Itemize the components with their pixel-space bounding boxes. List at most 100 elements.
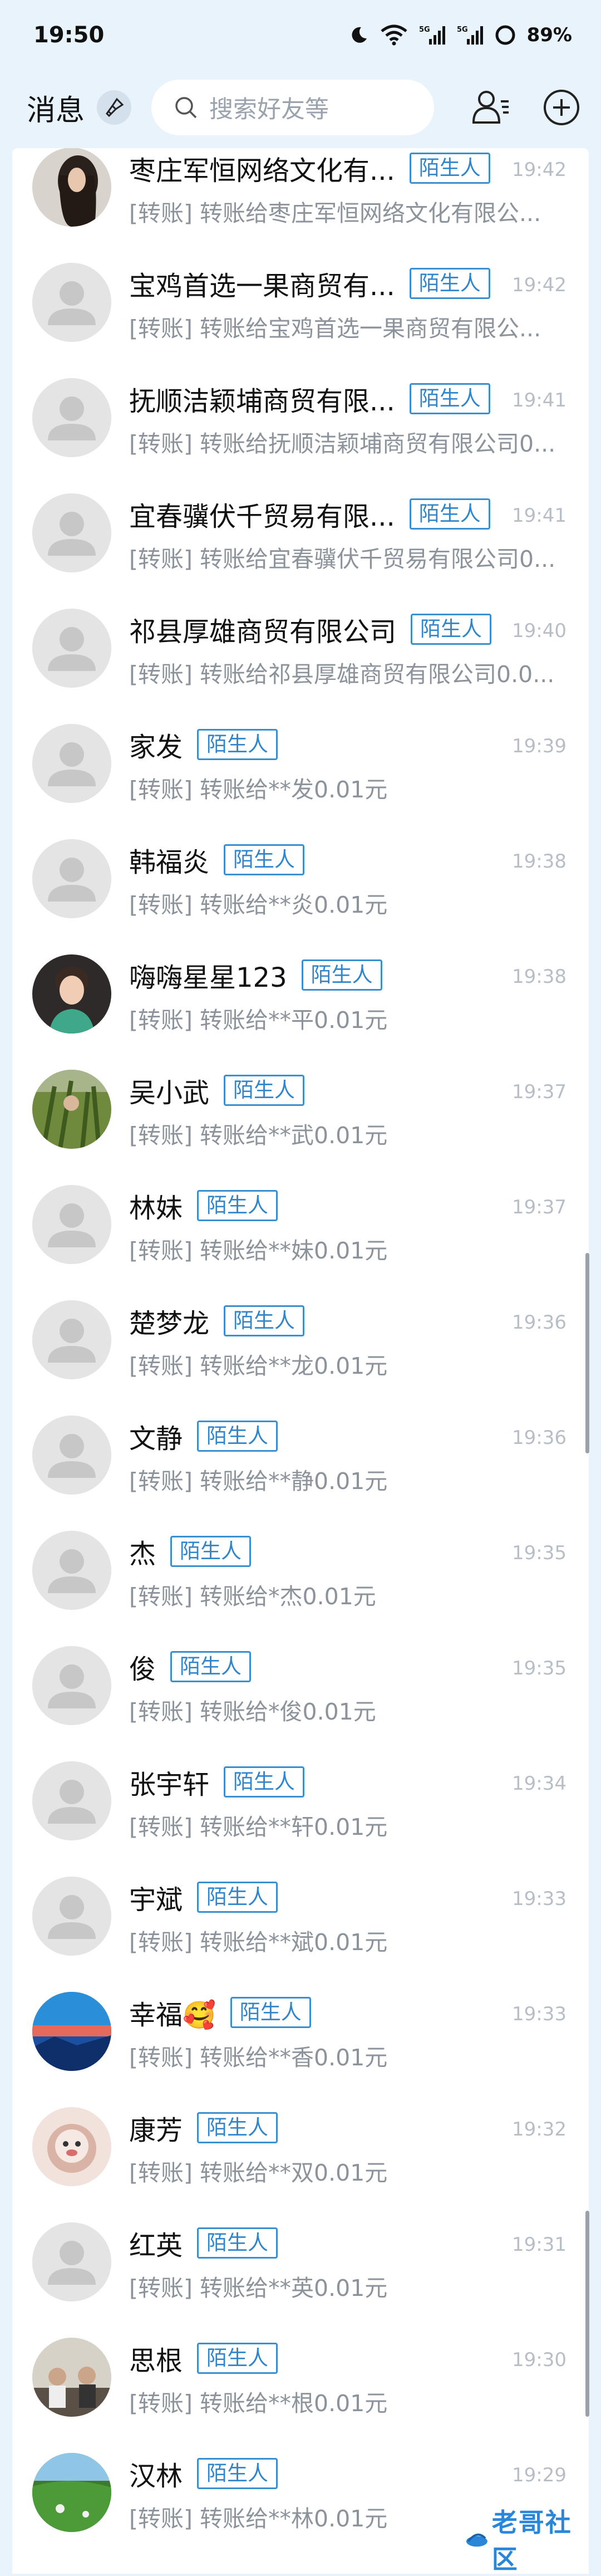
avatar[interactable] <box>32 839 111 918</box>
message-preview: [转账] 转账给枣庄军恒网络文化有限公... <box>129 200 541 227</box>
conversation-row[interactable]: 祁县厚雄商贸有限公司 陌生人 19:40 [转账] 转账给祁县厚雄商贸有限公司0.0.… <box>12 574 589 689</box>
contact-name: 文静 <box>129 1423 183 1454</box>
conversation-row[interactable]: 文静 陌生人 19:36 [转账] 转账给**静0.01元 <box>12 1381 589 1496</box>
name-line: 红英 陌生人 <box>129 2224 278 2262</box>
conversation-row[interactable]: 思根 陌生人 19:30 [转账] 转账给**根0.01元 <box>12 2303 589 2418</box>
avatar[interactable] <box>32 263 111 342</box>
broom-icon <box>106 97 124 117</box>
avatar[interactable] <box>32 2107 111 2186</box>
search-input[interactable]: 搜索好友等 <box>151 80 435 135</box>
avatar[interactable] <box>32 1185 111 1264</box>
message-time: 19:35 <box>512 1657 566 1679</box>
message-preview: [转账] 转账给宝鸡首选一果商贸有限公... <box>129 315 541 342</box>
conversation-row[interactable]: 俊陌生人 19:35 [转账] 转账给*俊0.01元 <box>12 1612 589 1727</box>
conversation-row[interactable]: 杰陌生人 19:35 [转账] 转账给*杰0.01元 <box>12 1496 589 1612</box>
conversation-row[interactable]: 韩福炎 陌生人 19:38 [转账] 转账给**炎0.01元 <box>12 805 589 920</box>
avatar[interactable] <box>32 954 111 1034</box>
stranger-badge: 陌生人 <box>409 153 490 184</box>
conversation-row[interactable]: 嗨嗨星星123 陌生人 19:38 [转账] 转账给**平0.01元 <box>12 920 589 1035</box>
stranger-badge: 陌生人 <box>197 729 278 760</box>
contact-name: 吴小武 <box>129 1078 210 1109</box>
avatar[interactable] <box>32 609 111 688</box>
plus-circle-icon <box>544 90 579 125</box>
message-time: 19:33 <box>512 2003 566 2025</box>
contacts-button[interactable] <box>467 84 515 131</box>
online-status-button[interactable] <box>97 90 132 125</box>
conversation-row[interactable]: 抚顺洁颖埔商贸有限... 陌生人 19:41 [转账] 转账给抚顺洁颖埔商贸有限公司0… <box>12 344 589 459</box>
conversation-row[interactable]: 康芳 陌生人 19:32 [转账] 转账给**双0.01元 <box>12 2073 589 2188</box>
avatar[interactable] <box>32 148 111 227</box>
stranger-badge: 陌生人 <box>170 1536 252 1567</box>
scrollbar-thumb-lower[interactable] <box>585 2211 589 2417</box>
avatar[interactable] <box>32 2453 111 2532</box>
conversation-row[interactable]: 红英 陌生人 19:31 [转账] 转账给**英0.01元 <box>12 2188 589 2303</box>
message-time: 19:42 <box>512 274 566 296</box>
message-time: 19:39 <box>512 735 566 757</box>
battery-icon <box>495 25 516 46</box>
avatar[interactable] <box>32 1070 111 1149</box>
message-time: 19:37 <box>512 1196 566 1218</box>
message-time: 19:36 <box>512 1311 566 1334</box>
avatar[interactable] <box>32 1300 111 1379</box>
stranger-badge: 陌生人 <box>170 1651 252 1682</box>
avatar[interactable] <box>32 1877 111 1956</box>
message-time: 19:41 <box>512 505 566 527</box>
network-label-1: 5G <box>419 26 430 34</box>
conversation-row[interactable]: 林妹 陌生人 19:37 [转账] 转账给**妹0.01元 <box>12 1150 589 1266</box>
contact-name: 宝鸡首选一果商贸有... <box>129 271 395 302</box>
message-preview: [转账] 转账给*俊0.01元 <box>129 1698 376 1725</box>
name-line: 张宇轩 陌生人 <box>129 1762 305 1801</box>
logo-icon <box>466 2533 487 2547</box>
stranger-badge: 陌生人 <box>409 268 490 299</box>
avatar[interactable] <box>32 1761 111 1840</box>
conversation-row[interactable]: 张宇轩 陌生人 19:34 [转账] 转账给**轩0.01元 <box>12 1727 589 1842</box>
message-time: 19:31 <box>512 2234 566 2256</box>
avatar[interactable] <box>32 1646 111 1725</box>
conversation-row[interactable]: 宇斌 陌生人 19:33 [转账] 转账给**斌0.01元 <box>12 1842 589 1957</box>
avatar[interactable] <box>32 1992 111 2071</box>
conversation-row[interactable]: 幸福🥰 陌生人 19:33 [转账] 转账给**香0.01元 <box>12 1957 589 2073</box>
message-preview: [转账] 转账给**平0.01元 <box>129 1007 388 1034</box>
stranger-badge: 陌生人 <box>197 2343 278 2374</box>
contact-name: 韩福炎 <box>129 847 210 878</box>
message-time: 19:30 <box>512 2349 566 2371</box>
avatar[interactable] <box>32 2338 111 2417</box>
name-line: 思根 陌生人 <box>129 2339 278 2378</box>
conversation-row[interactable]: 宜春骥伏千贸易有限... 陌生人 19:41 [转账] 转账给宜春骥伏千贸易有限公司0… <box>12 459 589 574</box>
conversation-row[interactable]: 宝鸡首选一果商贸有... 陌生人 19:42 [转账] 转账给宝鸡首选一果商贸有限公.… <box>12 228 589 344</box>
conversation-row[interactable]: 吴小武 陌生人 19:37 [转账] 转账给**武0.01元 <box>12 1035 589 1150</box>
avatar[interactable] <box>32 378 111 457</box>
stranger-badge: 陌生人 <box>197 2458 278 2489</box>
stranger-badge: 陌生人 <box>197 1190 278 1221</box>
stranger-badge: 陌生人 <box>230 1997 311 2028</box>
stranger-badge: 陌生人 <box>224 1075 305 1106</box>
contact-name: 家发 <box>129 732 183 763</box>
avatar[interactable] <box>32 2222 111 2301</box>
conversation-row[interactable]: 枣庄军恒网络文化有... 陌生人 19:42 [转账] 转账给枣庄军恒网络文化有限公.… <box>12 148 589 228</box>
message-time: 19:37 <box>512 1081 566 1103</box>
conversation-row[interactable]: 家发 陌生人 19:39 [转账] 转账给**发0.01元 <box>12 689 589 805</box>
avatar[interactable] <box>32 493 111 572</box>
add-button[interactable] <box>538 84 585 131</box>
message-time: 19:34 <box>512 1772 566 1795</box>
message-preview: [转账] 转账给**斌0.01元 <box>129 1929 388 1956</box>
conversation-row[interactable]: 楚梦龙 陌生人 19:36 [转账] 转账给**龙0.01元 <box>12 1266 589 1381</box>
name-line: 吴小武 陌生人 <box>129 1071 305 1110</box>
conversation-list[interactable]: 枣庄军恒网络文化有... 陌生人 19:42 [转账] 转账给枣庄军恒网络文化有限公.… <box>12 148 589 2574</box>
avatar[interactable] <box>32 1531 111 1610</box>
contact-name: 康芳 <box>129 2115 183 2146</box>
contact-name: 宜春骥伏千贸易有限... <box>129 501 395 532</box>
avatar[interactable] <box>32 724 111 803</box>
message-preview: [转账] 转账给**轩0.01元 <box>129 1814 388 1840</box>
contact-name: 汉林 <box>129 2461 183 2492</box>
search-icon <box>175 97 197 119</box>
scrollbar-thumb[interactable] <box>585 1253 589 1453</box>
name-line: 宜春骥伏千贸易有限... 陌生人 <box>129 494 490 533</box>
name-line: 宇斌 陌生人 <box>129 1878 278 1917</box>
avatar[interactable] <box>32 1416 111 1495</box>
name-line: 嗨嗨星星123 陌生人 <box>129 956 382 995</box>
message-preview: [转账] 转账给**根0.01元 <box>129 2390 388 2417</box>
stranger-badge: 陌生人 <box>411 614 492 645</box>
contact-name: 杰 <box>129 1539 156 1570</box>
signal-icon-2: 5G <box>457 25 484 46</box>
